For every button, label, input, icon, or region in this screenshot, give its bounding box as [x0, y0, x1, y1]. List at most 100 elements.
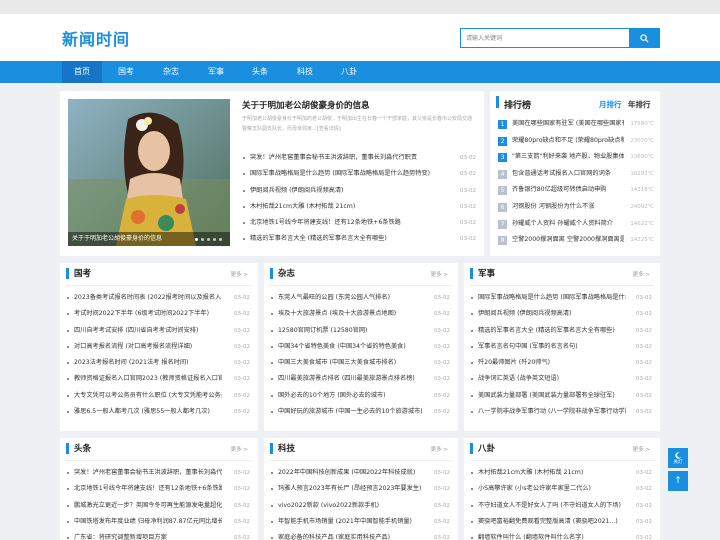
bullet-icon — [271, 472, 273, 474]
nav-gossip[interactable]: 八卦 — [329, 61, 369, 83]
list-item[interactable]: 2023法考报名时间 (2021法考 报名时间) 03-02 — [66, 356, 250, 372]
list-item[interactable]: 国际军事战略格局是什么趋势 (国际军事战略格局是什么趋势特变)03-02 — [470, 291, 652, 307]
nav-magazine[interactable]: 杂志 — [151, 61, 191, 83]
nav-tech[interactable]: 科技 — [285, 61, 325, 83]
list-item[interactable]: 年智能手机市场销量 (2021年中国智能手机销量) 03-02 — [270, 514, 450, 531]
list-item[interactable]: 北京地铁1号线今年将建支线！还有12条地铁+6条铁路 03-02 — [242, 216, 476, 232]
list-item[interactable]: 家庭必备的科技产品 (家庭实用科技产品) 03-02 — [270, 531, 450, 540]
list-item[interactable]: 国际军事战略格局是什么趋势 (国际军事战略格局是什么趋势特变)03-02 — [242, 167, 476, 183]
list-item[interactable]: vivo2022新款 (vivo2022新款手机) 03-02 — [270, 498, 450, 515]
more-link[interactable]: 更多 > — [231, 445, 248, 453]
column-title[interactable]: 杂志 — [278, 267, 295, 279]
column-title[interactable]: 科技 — [278, 442, 295, 454]
list-item[interactable]: 北京地铁1号线今年将建支线！还有12条地铁+6条铁路 03-02 — [66, 482, 250, 498]
ranking-item[interactable]: 5 齐鲁银行80亿超级可转债启动申购 14318℃ — [498, 184, 654, 201]
list-item[interactable]: 埃及十大旅游景点 (埃及十大旅游景点地图) 03-02 — [270, 307, 450, 323]
list-item[interactable]: 突发！泸州老窖董事会秘书王洪波辞职，董事长刘淼代行职责03-02 — [242, 151, 476, 167]
nav-military[interactable]: 军事 — [196, 61, 236, 83]
list-item[interactable]: 翻墙软件叫什么 (翻墙软件叫什么名字) 03-02 — [470, 531, 652, 540]
slider-dot[interactable] — [195, 238, 198, 241]
list-item[interactable]: 突发！泸州老窖董事会秘书王洪波辞职，董事长刘淼代行职责03-02 — [66, 466, 250, 482]
list-item[interactable]: 四川自考考试安排 (四川省自考考试时间安排) 03-02 — [66, 323, 250, 340]
list-item[interactable]: 玛雅人预言2023年有长尸 (昂经预言2023年要发生) 03-02 — [270, 482, 450, 498]
column-title[interactable]: 头条 — [74, 442, 91, 454]
ranking-item[interactable]: 6 河钢股份 河钢股份为什么不涨 24092℃ — [498, 201, 654, 218]
slider-dot[interactable] — [213, 238, 216, 241]
slider-dot[interactable] — [219, 238, 222, 241]
more-link[interactable]: 更多 > — [431, 270, 448, 278]
back-to-top-button[interactable]: ↑ — [668, 471, 688, 491]
list-item[interactable]: 精选的军事名言大全 (精选的军事名言大全有哪些) 03-02 — [470, 323, 652, 340]
list-item[interactable]: 不守妇道女人不是好女人了吗 (不守妇道女人的下场) 03-02 — [470, 498, 652, 515]
list-item[interactable]: 国外必去的10个地方 (国外必去的城市) 03-02 — [270, 388, 450, 405]
featured-image[interactable]: 关于于明加老公胡俊豪身价的信息 — [68, 99, 230, 246]
slider-dots — [195, 238, 222, 241]
ranking-item[interactable]: 1美国在哪些国家有驻军 (美国在哪些国家有驻军基地)17580℃ — [498, 118, 654, 135]
column-list: 国际军事战略格局是什么趋势 (国际军事战略格局是什么趋势特变)03-02 伊朗阅… — [470, 291, 652, 421]
bullet-icon — [67, 329, 69, 332]
ranking-item[interactable]: 2荣耀80pro缺点和不足 (荣耀80pro缺点和不足)23070℃ — [498, 135, 654, 152]
ranking-item[interactable]: 4 包含普通话考试报名入口官网的词条 18292℃ — [498, 168, 654, 185]
more-link[interactable]: 更多 > — [231, 270, 248, 278]
ranking-item[interactable]: 7 孙耀威个人资料 孙耀威个人资料简介 14622℃ — [498, 218, 654, 235]
featured-headline[interactable]: 关于于明加老公胡俊豪身价的信息 — [242, 99, 370, 111]
ranking-item[interactable]: 3"第三支箭"利好来袭 地产股、物业股集体拉升13690℃ — [498, 151, 654, 168]
list-item[interactable]: 木村拓哉21cm大雕 (木村拓哉 21cm) 03-02 — [242, 199, 476, 216]
list-item[interactable]: 小S高攀许家 (小s老公许家年家里二代么) 03-02 — [470, 482, 652, 498]
nav-home[interactable]: 首页 — [62, 61, 102, 83]
column-accent-bar — [66, 268, 69, 279]
list-item[interactable]: 美国武装力量部署 (美国武装力量部署有全球驻军) 03-02 — [470, 388, 652, 405]
list-item[interactable]: 木村拓哉21cm大雕 (木村拓哉 21cm) 03-02 — [470, 466, 652, 482]
list-item[interactable]: 中国34个省特色美食 (中国34个省的特色美食) 03-02 — [270, 339, 450, 356]
list-item[interactable]: 大专文凭可以考公务员有什么职位 (大专文凭能考公务员吗) 03-02 — [66, 388, 250, 405]
nav-headlines[interactable]: 头条 — [240, 61, 280, 83]
bullet-icon — [271, 520, 273, 523]
ranking-item[interactable]: 8空警2000撑洞面离 空警2000撑洞面离是什么14225℃ — [498, 234, 654, 251]
list-item[interactable]: 2023备类考试报名时间表 (2022报考时间以及报名入口) 03-02 — [66, 291, 250, 307]
list-item[interactable]: 四川最美旅游景点排名 (四川最美旅游景点排名榜) 03-02 — [270, 372, 450, 388]
list-item[interactable]: 中国三大美食城市 (中国三大美食城市排名) 03-02 — [270, 356, 450, 372]
search-button[interactable] — [629, 29, 659, 47]
list-item[interactable]: 窦骁吧富裕翻免费观看完整版高清 (窦骁吧2021...) 03-02 — [470, 514, 652, 531]
more-link[interactable]: 更多 > — [633, 445, 650, 453]
list-item[interactable]: 雅思6.5一般人都考几次 (雅思55一般人都考几次) 03-02 — [66, 405, 250, 421]
more-link[interactable]: 更多 > — [431, 445, 448, 453]
more-link[interactable]: 更多 > — [633, 270, 650, 278]
column-title[interactable]: 八卦 — [478, 442, 495, 454]
list-item[interactable]: 教师资格证报名入口官网2023 (教师资格证报名入口官网2023年)03-02 — [66, 372, 250, 388]
list-item[interactable]: 精选的军事名言大全 (精选的军事名言大全有哪些) 03-02 — [242, 232, 476, 248]
ranking-list: 1美国在哪些国家有驻军 (美国在哪些国家有驻军基地)17580℃ 2荣耀80pr… — [498, 118, 654, 251]
list-item[interactable]: 中国好玩的旅游城市 (中国一生必去的10个旅游城市) 03-02 — [270, 405, 450, 421]
list-item[interactable]: 鹏城激光立更近一步？英国今冬可再生能源发电量超化石能源03-02 — [66, 498, 250, 515]
list-item[interactable]: 12580官网订机票 (12580官网) 03-02 — [270, 323, 450, 340]
bullet-icon — [67, 362, 69, 365]
slider-dot[interactable] — [207, 238, 210, 241]
column-title[interactable]: 国考 — [74, 267, 91, 279]
tab-yearly[interactable]: 年排行 — [628, 99, 651, 110]
list-item[interactable]: 东莞人气最旺的公园 (东莞公园人气排名) 03-02 — [270, 291, 450, 307]
column-title[interactable]: 军事 — [478, 267, 495, 279]
list-item[interactable]: 歼20最帅图片 (歼20帅气) 03-02 — [470, 356, 652, 372]
list-item[interactable]: 战争词汇英语 (战争英文短语) 03-02 — [470, 372, 652, 388]
list-item[interactable]: 伊朗阅兵视频 (伊朗阅兵视频高清) 03-02 — [470, 307, 652, 323]
site-logo[interactable]: 新闻时间 — [62, 26, 130, 50]
divider — [270, 285, 452, 286]
list-item[interactable]: 中国铁塔发布年度业绩 归母净利润87.87亿元同比增长 03-02 — [66, 514, 250, 531]
search-input[interactable] — [461, 29, 630, 47]
bullet-icon — [471, 313, 473, 316]
list-item[interactable]: 2022年中国科技创新成果 (中国2022年科技成就) 03-02 — [270, 466, 450, 482]
list-item[interactable]: 对口高考报名流程 (对口高考报名流程详细) 03-02 — [66, 339, 250, 356]
bullet-icon — [471, 488, 473, 491]
tab-monthly[interactable]: 月排行 — [599, 99, 622, 110]
slider-dot[interactable] — [201, 238, 204, 241]
list-item[interactable]: 考试时间2022下半年 (6级考试时间2022下半年) 03-02 — [66, 307, 250, 323]
divider — [66, 285, 252, 286]
search-box — [460, 28, 660, 48]
list-item[interactable]: 伊朗阅兵视频 (伊朗阅兵视频高清) 03-02 — [242, 183, 476, 200]
list-item[interactable]: 军事名言名句中国 (军事的名言名句) 03-02 — [470, 339, 652, 356]
nav-guokao[interactable]: 国考 — [106, 61, 146, 83]
top-band — [0, 0, 720, 14]
list-item[interactable]: 八一学院非战争军事行动 (八一学院非战争军事行动学院) 03-02 — [470, 405, 652, 421]
night-mode-button[interactable]: 关灯 — [668, 448, 688, 468]
list-item[interactable]: 广东省：将研究调整新增项目方案 03-02 — [66, 531, 250, 540]
